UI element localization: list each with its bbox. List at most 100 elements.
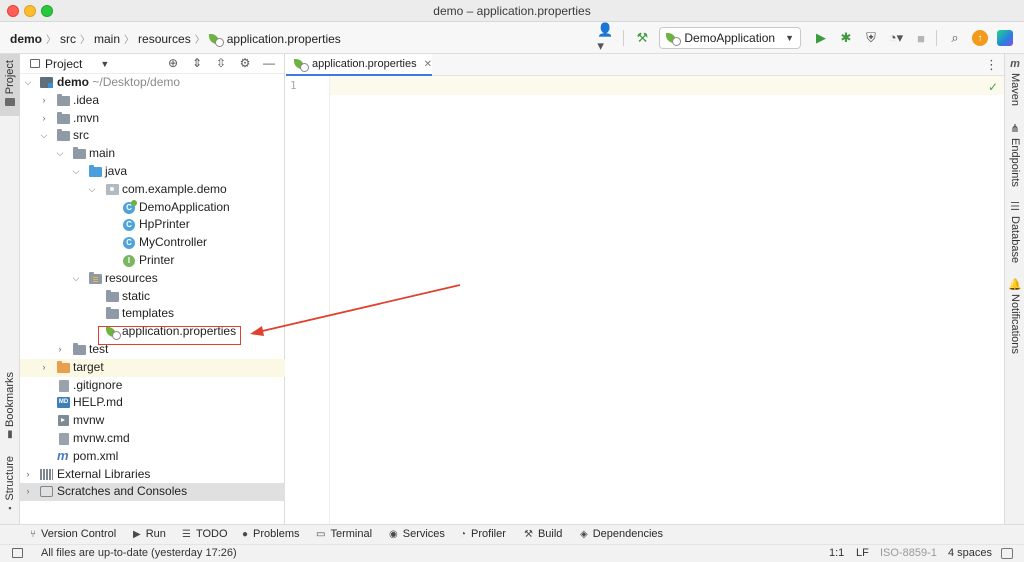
tree-item-help-md[interactable]: MD HELP.md <box>20 394 285 412</box>
breadcrumb-resources[interactable]: resources <box>138 32 191 46</box>
tree-item-templates[interactable]: templates <box>20 305 285 323</box>
tree-item-path: ~/Desktop/demo <box>92 75 181 89</box>
tree-item-application-properties[interactable]: application.properties <box>20 323 285 341</box>
project-tool-button[interactable]: Project <box>0 54 20 116</box>
breadcrumb-demo[interactable]: demo <box>10 32 42 46</box>
line-number: 1 <box>290 79 297 92</box>
tree-item-my-controller[interactable]: C MyController <box>20 234 285 252</box>
endpoints-tool-button[interactable]: ⋔ Endpoints <box>1005 122 1024 187</box>
tree-item-main[interactable]: ⌵ main <box>20 145 285 163</box>
dependencies-tool-button[interactable]: ◈ Dependencies <box>580 528 663 540</box>
tree-item-gitignore[interactable]: .gitignore <box>20 377 285 395</box>
database-tool-button[interactable]: ☰ Database <box>1005 200 1024 263</box>
terminal-tool-button[interactable]: ▭ Terminal <box>316 528 372 540</box>
line-separator[interactable]: LF <box>856 547 869 559</box>
folder-icon <box>73 342 86 355</box>
tree-item-mvn[interactable]: › .mvn <box>20 110 285 128</box>
user-account-icon[interactable]: 👤▾ <box>597 22 619 53</box>
chevron-down-icon[interactable]: ▼ <box>100 59 109 69</box>
tree-item-resources[interactable]: ⌵ resources <box>20 270 285 288</box>
tree-item-printer[interactable]: I Printer <box>20 252 285 270</box>
tree-item-package[interactable]: ⌵ com.example.demo <box>20 181 285 199</box>
expand-all-icon[interactable]: ⇳ <box>212 56 230 72</box>
file-encoding[interactable]: ISO-8859-1 <box>880 547 937 559</box>
breadcrumb-main[interactable]: main <box>94 32 120 46</box>
close-icon[interactable]: ✕ <box>424 59 432 70</box>
tree-item-src[interactable]: ⌵ src <box>20 127 285 145</box>
caret-position[interactable]: 1:1 <box>829 547 844 559</box>
markdown-file-icon: MD <box>57 397 70 409</box>
chevron-right-icon[interactable]: › <box>39 92 49 110</box>
tree-item-label: main <box>89 146 116 161</box>
more-options-icon[interactable]: ⋮ <box>985 57 998 73</box>
updates-icon[interactable]: ↑ <box>969 27 991 49</box>
chevron-down-icon[interactable]: ⌵ <box>55 145 65 163</box>
project-view-selector[interactable]: Project <box>45 57 82 71</box>
code-editor-line[interactable] <box>330 76 1004 95</box>
maven-tool-button[interactable]: m Maven <box>1005 58 1024 106</box>
spring-properties-icon <box>208 33 224 47</box>
indent-setting[interactable]: 4 spaces <box>948 547 992 559</box>
tree-item-mvnw-cmd[interactable]: mvnw.cmd <box>20 430 285 448</box>
run-tool-button[interactable]: ▶ Run <box>133 528 166 540</box>
chevron-right-icon[interactable]: › <box>55 341 65 359</box>
chevron-right-icon[interactable]: › <box>39 359 49 377</box>
chevron-right-icon[interactable]: › <box>23 466 33 484</box>
build-tool-button[interactable]: ⚒ Build <box>524 528 562 540</box>
collapse-all-icon[interactable]: ⇕ <box>188 56 206 72</box>
tree-item-scratches[interactable]: › Scratches and Consoles <box>20 483 285 502</box>
gear-icon[interactable]: ⚙ <box>236 56 254 72</box>
coverage-shield-icon[interactable]: ⛨ <box>860 27 882 49</box>
search-everywhere-icon[interactable]: ⌕ <box>944 27 966 49</box>
notifications-tool-button[interactable]: 🔔 Notifications <box>1005 278 1024 354</box>
profiler-tool-button[interactable]: ◔ Profiler <box>460 528 506 540</box>
package-icon <box>106 183 119 195</box>
stop-square-icon[interactable]: ■ <box>910 27 932 49</box>
breadcrumb-application-properties[interactable]: application.properties <box>227 32 341 46</box>
lock-icon[interactable] <box>1001 548 1013 559</box>
breadcrumb-src[interactable]: src <box>60 32 76 46</box>
tree-item-mvnw[interactable]: mvnw <box>20 412 285 430</box>
status-message[interactable]: All files are up-to-date (yesterday 17:2… <box>41 547 237 559</box>
chevron-down-icon[interactable]: ⌵ <box>39 127 49 145</box>
chevron-right-icon[interactable]: › <box>23 483 33 501</box>
chevron-down-icon[interactable]: ⌵ <box>23 74 33 92</box>
tree-item-demo-application[interactable]: C DemoApplication <box>20 199 285 217</box>
right-tool-strip: m Maven ⋔ Endpoints ☰ Database 🔔 Notific… <box>1004 54 1024 524</box>
run-configuration-selector[interactable]: DemoApplication ▼ <box>659 27 801 49</box>
maven-file-icon: m <box>57 447 69 463</box>
chevron-down-icon[interactable]: ⌵ <box>71 163 81 181</box>
problems-tool-button[interactable]: ● Problems <box>242 528 300 540</box>
structure-tool-button[interactable]: Structure ▪ <box>0 456 20 513</box>
no-problems-check-icon[interactable]: ✓ <box>988 80 998 94</box>
jetbrains-toolbox-icon[interactable] <box>994 27 1016 49</box>
locate-file-icon[interactable]: ⊕ <box>164 56 182 72</box>
todo-label: TODO <box>195 528 228 540</box>
bookmarks-tool-button[interactable]: Bookmarks ▮ <box>0 372 20 440</box>
chevron-down-icon[interactable]: ⌵ <box>71 270 81 288</box>
build-hammer-icon[interactable]: ⚒ <box>631 27 653 49</box>
chevron-down-icon[interactable]: ⌵ <box>87 181 97 199</box>
tree-item-demo[interactable]: ⌵ demo ~/Desktop/demo <box>20 74 285 92</box>
tab-application-properties[interactable]: application.properties ✕ <box>286 54 432 76</box>
services-tool-button[interactable]: ◉ Services <box>389 528 445 540</box>
tree-item-test[interactable]: › test <box>20 341 285 359</box>
version-control-button[interactable]: ⑂ Version Control <box>30 528 116 540</box>
profile-run-icon[interactable]: ◔▾ <box>885 27 907 49</box>
debug-bug-icon[interactable]: ✱ <box>835 27 857 49</box>
chevron-right-icon[interactable]: › <box>39 110 49 128</box>
tree-item-java[interactable]: ⌵ java <box>20 163 285 181</box>
tree-item-target[interactable]: › target <box>20 358 285 377</box>
project-view-icon <box>30 59 40 68</box>
tree-item-static[interactable]: static <box>20 288 285 306</box>
tree-item-label: External Libraries <box>57 466 151 481</box>
hide-panel-icon[interactable]: — <box>260 56 278 72</box>
dependencies-label: Dependencies <box>592 528 664 540</box>
tree-item-idea[interactable]: › .idea <box>20 92 285 110</box>
toggle-tool-windows-icon[interactable] <box>12 548 23 558</box>
todo-tool-button[interactable]: ☰ TODO <box>182 528 228 540</box>
tree-item-external-libraries[interactable]: › External Libraries <box>20 466 285 484</box>
run-play-icon[interactable]: ▶ <box>810 27 832 49</box>
tree-item-hp-printer[interactable]: C HpPrinter <box>20 216 285 234</box>
tree-item-pom-xml[interactable]: m pom.xml <box>20 448 285 466</box>
